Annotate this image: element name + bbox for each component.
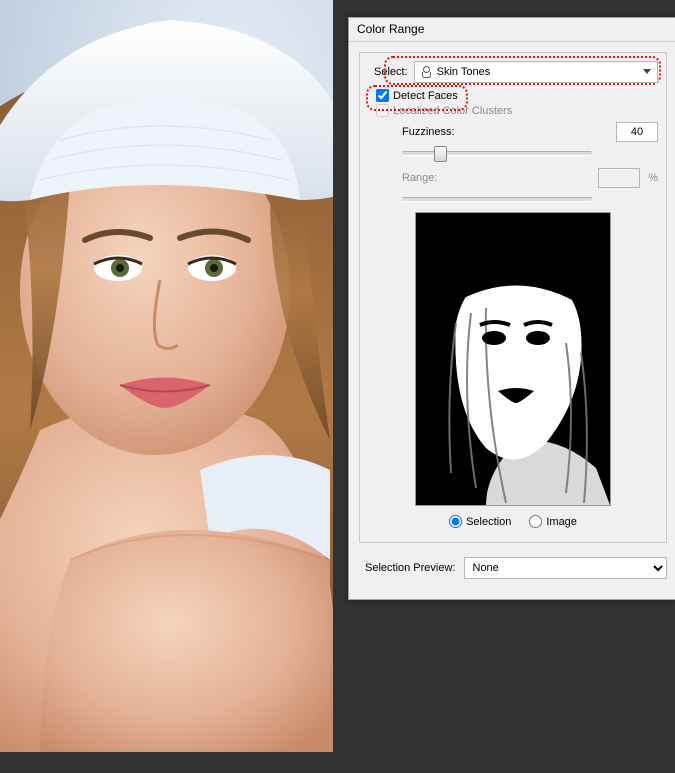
localized-clusters-label: Localized Color Clusters (393, 105, 512, 117)
range-input (598, 168, 640, 188)
chevron-down-icon (643, 69, 651, 74)
fuzziness-label: Fuzziness: (402, 126, 470, 138)
selection-preview-thumbnail[interactable] (416, 213, 610, 505)
dialog-title: Color Range (349, 18, 675, 42)
fuzziness-input[interactable] (616, 122, 658, 142)
range-label: Range: (402, 172, 470, 184)
range-slider (402, 191, 592, 205)
fuzziness-thumb[interactable] (434, 146, 447, 162)
preview-mode-image[interactable]: Image (529, 515, 577, 528)
document-canvas[interactable] (0, 0, 333, 752)
selection-preview-label: Selection Preview: (365, 562, 456, 574)
select-label: Select: (374, 66, 408, 78)
selection-radio[interactable] (449, 515, 462, 528)
select-value: Skin Tones (437, 66, 491, 78)
detect-faces-label: Detect Faces (393, 90, 458, 102)
detect-faces-checkbox[interactable] (376, 89, 389, 102)
options-group: Select: Skin Tones Detect Faces Localize… (359, 52, 667, 543)
select-dropdown[interactable]: Skin Tones (414, 61, 658, 83)
fuzziness-slider[interactable] (402, 145, 592, 159)
range-suffix: % (648, 172, 658, 184)
preview-mode-selection[interactable]: Selection (449, 515, 511, 528)
selection-preview-dropdown[interactable]: None (464, 557, 668, 579)
image-radio[interactable] (529, 515, 542, 528)
localized-clusters-checkbox (376, 104, 389, 117)
skin-tones-icon (421, 66, 431, 78)
color-range-dialog: Color Range Select: Skin Tones Detect Fa… (348, 17, 675, 600)
